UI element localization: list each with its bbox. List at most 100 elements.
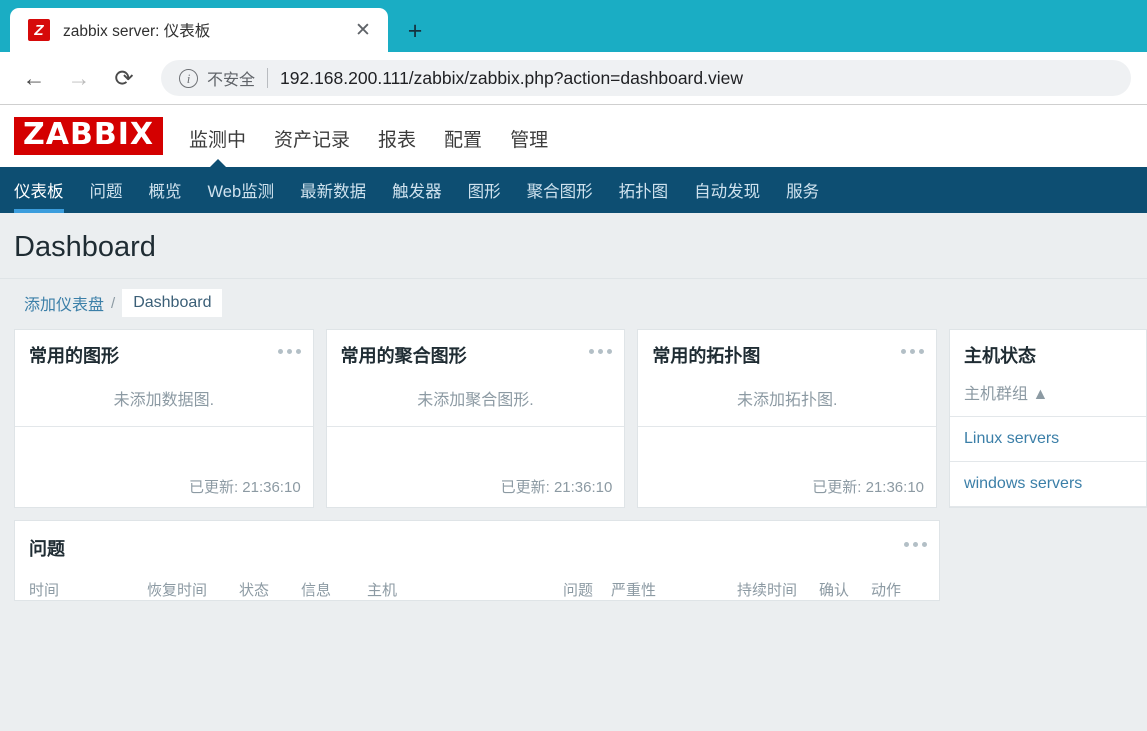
widget-updated-timestamp: 已更新: 21:36:10 — [812, 479, 925, 496]
problems-table-header: 时间 恢复时间 状态 信息 主机 问题 严重性 持续时间 确认 动作 — [15, 561, 939, 600]
widget-title: 常用的图形 — [29, 346, 119, 366]
close-icon[interactable]: ✕ — [350, 17, 376, 43]
sub-menu-label: 问题 — [89, 183, 123, 201]
sub-menu-label: 触发器 — [392, 183, 442, 201]
sub-menu-item-dashboard[interactable]: 仪表板 — [14, 167, 64, 213]
main-menu-item-configuration[interactable]: 配置 — [444, 109, 482, 167]
widget-body — [15, 427, 313, 468]
widget-header: 主机状态 — [950, 330, 1146, 368]
sub-menu: 仪表板 问题 概览 Web监测 最新数据 触发器 图形 聚合图形 拓扑图 自动发… — [0, 167, 1147, 213]
column-header-actions: 动作 — [871, 582, 902, 599]
widget-title: 问题 — [29, 539, 65, 559]
main-menu-item-inventory[interactable]: 资产记录 — [274, 109, 350, 167]
sub-menu-item-triggers[interactable]: 触发器 — [392, 167, 442, 213]
widget-title: 常用的聚合图形 — [340, 346, 467, 366]
browser-tab-title: zabbix server: 仪表板 — [63, 23, 211, 40]
host-group-link[interactable]: Linux servers — [964, 430, 1059, 447]
browser-tabstrip: Z zabbix server: 仪表板 ✕ + — [0, 0, 1147, 52]
forward-icon: → — [67, 64, 91, 91]
column-header-host[interactable]: 主机 — [367, 579, 563, 600]
kebab-menu-icon[interactable] — [589, 342, 613, 354]
table-row[interactable]: windows servers — [950, 462, 1147, 507]
widget-empty-message: 未添加数据图. — [15, 368, 313, 427]
column-header-ack: 确认 — [819, 582, 850, 599]
omnibox-divider — [267, 68, 269, 88]
zabbix-header: ZABBIX 监测中 资产记录 报表 配置 管理 — [0, 105, 1147, 167]
kebab-menu-icon[interactable] — [901, 342, 925, 354]
widget-header: 常用的图形 — [15, 330, 313, 368]
widget-body — [638, 427, 936, 468]
widget-favourite-graphs: 常用的图形 未添加数据图. 已更新: 21:36:10 — [14, 329, 314, 508]
sub-menu-item-latest-data[interactable]: 最新数据 — [300, 167, 366, 213]
widget-empty-message: 未添加聚合图形. — [326, 368, 625, 427]
table-row[interactable]: Linux servers — [950, 417, 1147, 462]
sub-menu-label: 仪表板 — [14, 183, 64, 201]
main-menu: 监测中 资产记录 报表 配置 管理 — [189, 105, 548, 167]
widget-title: 常用的拓扑图 — [652, 346, 761, 366]
breadcrumb-current-dashboard[interactable]: Dashboard — [122, 289, 223, 317]
widget-empty-message: 未添加拓扑图. — [638, 368, 937, 427]
main-menu-item-administration[interactable]: 管理 — [510, 109, 548, 167]
breadcrumb: 添加仪表盘 / Dashboard — [0, 278, 1147, 329]
widget-host-status: 主机状态 主机群组 ▲ Linux servers windows server… — [949, 329, 1147, 508]
host-group-link[interactable]: windows servers — [964, 475, 1082, 492]
sub-menu-item-graphs[interactable]: 图形 — [468, 167, 501, 213]
main-menu-label: 管理 — [510, 129, 549, 151]
page-content: Dashboard 添加仪表盘 / Dashboard 常用的图形 未添加数据图… — [0, 213, 1147, 731]
sub-menu-label: 概览 — [148, 183, 182, 201]
column-header-severity[interactable]: 严重性 — [611, 579, 737, 600]
address-bar[interactable]: i 不安全 192.168.200.111/zabbix/zabbix.php?… — [161, 60, 1131, 96]
browser-toolbar: ← → ⟳ i 不安全 192.168.200.111/zabbix/zabbi… — [0, 52, 1147, 105]
sub-menu-label: 聚合图形 — [526, 183, 593, 201]
back-icon[interactable]: ← — [20, 64, 48, 92]
sub-menu-item-screens[interactable]: 聚合图形 — [527, 167, 593, 213]
zabbix-logo[interactable]: ZABBIX — [14, 117, 163, 155]
column-header-recovery[interactable]: 恢复时间 — [147, 579, 239, 600]
host-group-column-header[interactable]: 主机群组 ▲ — [950, 368, 1147, 417]
sort-ascending-icon: ▲ — [1032, 386, 1049, 403]
column-header-status[interactable]: 状态 — [239, 579, 301, 600]
info-icon[interactable]: i — [179, 68, 198, 88]
sub-menu-label: 图形 — [467, 183, 501, 201]
zabbix-favicon-icon: Z — [28, 19, 50, 41]
column-header-duration: 持续时间 — [737, 582, 798, 599]
main-menu-label: 配置 — [444, 129, 483, 151]
widget-body — [327, 427, 625, 468]
sub-menu-label: Web监测 — [207, 183, 275, 201]
main-menu-label: 资产记录 — [274, 129, 351, 151]
widget-title: 主机状态 — [964, 346, 1037, 366]
browser-tab[interactable]: Z zabbix server: 仪表板 ✕ — [10, 8, 388, 52]
main-menu-label: 监测中 — [189, 129, 247, 151]
sub-menu-item-web[interactable]: Web监测 — [208, 167, 275, 213]
widget-header: 常用的聚合图形 — [327, 330, 625, 368]
security-status-label: 不安全 — [207, 72, 256, 89]
url-text: 192.168.200.111/zabbix/zabbix.php?action… — [280, 67, 743, 88]
host-group-column-label: 主机群组 — [964, 386, 1029, 403]
sub-menu-label: 自动发现 — [694, 183, 761, 201]
new-tab-button[interactable]: + — [394, 14, 436, 48]
main-menu-item-reports[interactable]: 报表 — [378, 109, 416, 167]
column-header-info: 信息 — [301, 582, 332, 599]
kebab-menu-icon[interactable] — [904, 535, 927, 547]
sub-menu-item-maps[interactable]: 拓扑图 — [619, 167, 669, 213]
reload-icon[interactable]: ⟳ — [110, 64, 138, 92]
breadcrumb-add-dashboard-link[interactable]: 添加仪表盘 — [24, 291, 104, 315]
sub-menu-label: 服务 — [786, 183, 820, 201]
widget-updated-timestamp: 已更新: 21:36:10 — [500, 479, 613, 496]
sub-menu-item-overview[interactable]: 概览 — [149, 167, 182, 213]
main-menu-item-monitoring[interactable]: 监测中 — [189, 109, 246, 167]
widget-header: 问题 — [15, 521, 939, 561]
page-title: Dashboard — [14, 231, 156, 263]
widget-updated-timestamp: 已更新: 21:36:10 — [188, 479, 301, 496]
kebab-menu-icon[interactable] — [277, 342, 301, 354]
sub-menu-item-discovery[interactable]: 自动发现 — [694, 167, 760, 213]
widget-favourite-maps: 常用的拓扑图 未添加拓扑图. 已更新: 21:36:10 — [637, 329, 938, 508]
column-header-time[interactable]: 时间 — [29, 579, 147, 600]
column-header-problem[interactable]: 问题 — [563, 579, 611, 600]
widget-problems: 问题 时间 恢复时间 状态 信息 主机 问题 严重性 持续时间 确认 动作 — [14, 520, 940, 601]
main-menu-label: 报表 — [378, 129, 417, 151]
breadcrumb-separator: / — [111, 294, 116, 312]
widget-favourite-screens: 常用的聚合图形 未添加聚合图形. 已更新: 21:36:10 — [325, 329, 626, 508]
sub-menu-item-services[interactable]: 服务 — [786, 167, 819, 213]
sub-menu-item-problems[interactable]: 问题 — [90, 167, 123, 213]
